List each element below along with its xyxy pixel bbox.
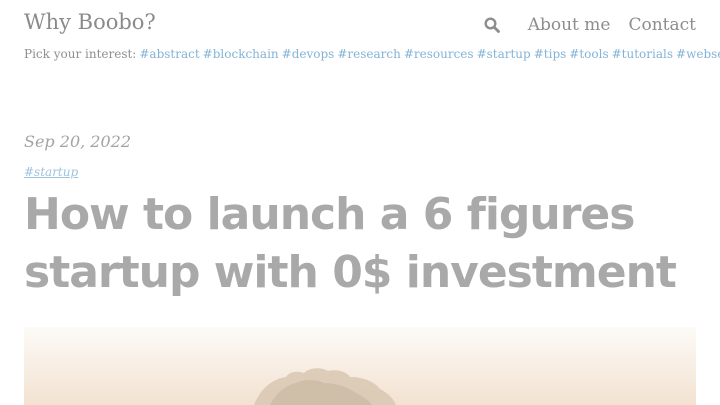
- tag-link-abstract[interactable]: #abstract: [139, 47, 199, 61]
- tag-link-webservice[interactable]: #webservice: [676, 47, 720, 61]
- main-nav: About me Contact: [484, 15, 696, 35]
- post-hero-image: [24, 327, 696, 405]
- nav-contact-link[interactable]: Contact: [628, 15, 696, 35]
- site-title[interactable]: Why Boobo?: [24, 10, 156, 34]
- tag-link-blockchain[interactable]: #blockchain: [203, 47, 279, 61]
- tree-silhouette: [254, 368, 396, 405]
- tag-link-tools[interactable]: #tools: [569, 47, 608, 61]
- post-tag-link[interactable]: #startup: [24, 165, 78, 179]
- tag-link-tutorials[interactable]: #tutorials: [612, 47, 673, 61]
- tag-link-startup[interactable]: #startup: [477, 47, 531, 61]
- tag-link-devops[interactable]: #devops: [282, 47, 335, 61]
- tag-link-research[interactable]: #research: [337, 47, 401, 61]
- site-header: Why Boobo? About me Contact Pick your in…: [24, 0, 720, 70]
- interest-label: Pick your interest:: [24, 47, 137, 61]
- tag-link-resources[interactable]: #resources: [404, 47, 474, 61]
- post-title[interactable]: How to launch a 6 figures startup with 0…: [24, 186, 696, 302]
- post-date: Sep 20, 2022: [24, 132, 132, 151]
- interest-filter: Pick your interest: #abstract #blockchain #…: [24, 47, 720, 61]
- search-icon[interactable]: [484, 17, 500, 33]
- tag-link-tips[interactable]: #tips: [534, 47, 567, 61]
- nav-about-link[interactable]: About me: [528, 15, 611, 35]
